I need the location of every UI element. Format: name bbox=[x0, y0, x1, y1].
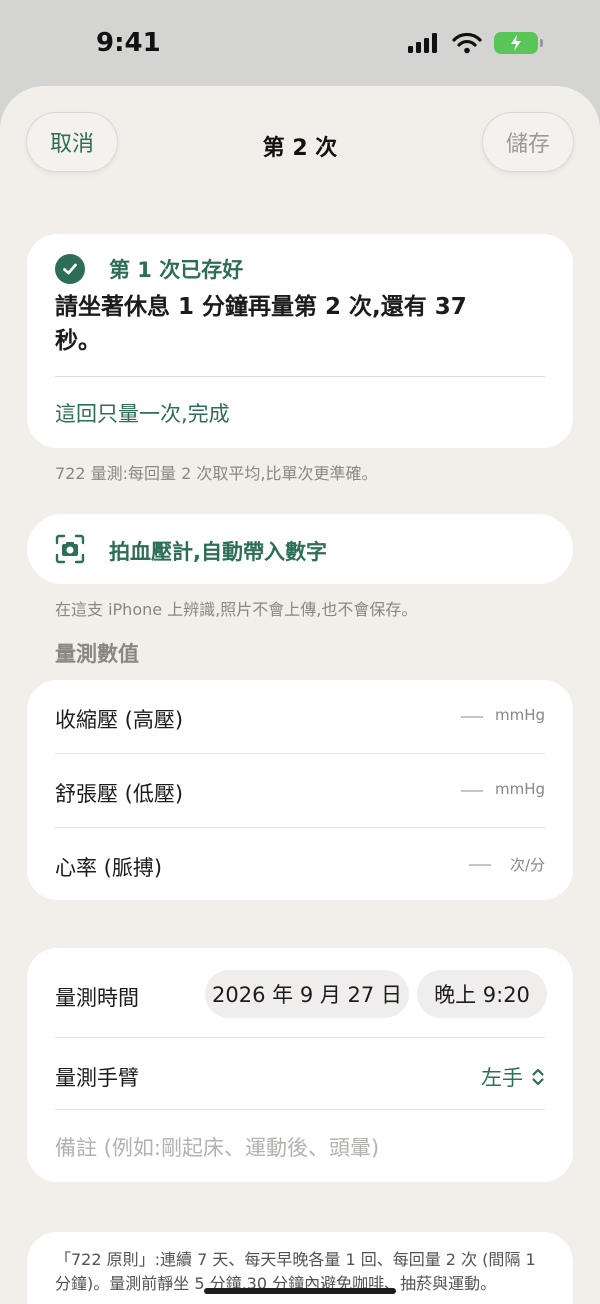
measurement-details-card: 量測時間 2026 年 9 月 27 日 晚上 9:20 量測手臂 左手 備註 … bbox=[27, 948, 573, 1182]
diastolic-unit: mmHg bbox=[494, 780, 545, 798]
chevron-up-down-icon bbox=[532, 1068, 544, 1086]
heart-rate-label: 心率 (脈搏) bbox=[55, 856, 163, 880]
measurement-sheet: 取消 第 2 次 儲存 第 1 次已存好 請坐著休息 1 分鐘再量第 2 次,還… bbox=[0, 86, 600, 1304]
arm-selector[interactable]: 左手 bbox=[481, 1062, 545, 1092]
divider bbox=[55, 1109, 545, 1110]
single-measure-finish-link[interactable]: 這回只量一次,完成 bbox=[55, 398, 230, 428]
checkmark-icon bbox=[55, 254, 85, 284]
systolic-input[interactable] bbox=[461, 716, 483, 718]
diastolic-input[interactable] bbox=[461, 790, 483, 792]
systolic-unit: mmHg bbox=[494, 706, 545, 724]
divider bbox=[55, 376, 545, 377]
divider bbox=[55, 1037, 545, 1038]
heart-rate-input[interactable] bbox=[469, 864, 491, 866]
photo-privacy-hint: 在這支 iPhone 上辨識,照片不會上傳,也不會保存。 bbox=[55, 600, 418, 619]
date-picker[interactable]: 2026 年 9 月 27 日 bbox=[205, 970, 409, 1018]
measure-arm-label: 量測手臂 bbox=[55, 1066, 139, 1090]
status-time: 9:41 bbox=[96, 28, 161, 58]
time-picker[interactable]: 晚上 9:20 bbox=[417, 970, 547, 1018]
heart-rate-row[interactable]: 心率 (脈搏) 次/分 bbox=[55, 828, 545, 901]
rest-countdown-message: 請坐著休息 1 分鐘再量第 2 次,還有 37 秒。 bbox=[55, 294, 467, 354]
values-section-heading: 量測數值 bbox=[55, 642, 139, 666]
home-indicator bbox=[204, 1288, 396, 1294]
camera-scan-icon bbox=[55, 534, 85, 564]
cellular-signal-icon bbox=[408, 33, 437, 53]
scan-monitor-label: 拍血壓計,自動帶入數字 bbox=[109, 540, 327, 564]
systolic-row[interactable]: 收縮壓 (高壓) mmHg bbox=[55, 680, 545, 753]
systolic-label: 收縮壓 (高壓) bbox=[55, 708, 184, 732]
722-hint-text: 722 量測:每回量 2 次取平均,比單次更準確。 bbox=[55, 464, 378, 483]
scan-monitor-button[interactable]: 拍血壓計,自動帶入數字 bbox=[27, 514, 573, 584]
saved-status-card: 第 1 次已存好 請坐著休息 1 分鐘再量第 2 次,還有 37 秒。 這回只量… bbox=[27, 234, 573, 448]
measure-time-label: 量測時間 bbox=[55, 986, 139, 1010]
heart-rate-unit: 次/分 bbox=[509, 856, 545, 874]
battery-charging-icon bbox=[494, 32, 543, 54]
diastolic-row[interactable]: 舒張壓 (低壓) mmHg bbox=[55, 754, 545, 827]
status-icons bbox=[408, 32, 543, 54]
measurement-values-card: 收縮壓 (高壓) mmHg 舒張壓 (低壓) mmHg 心率 (脈搏) 次/分 bbox=[27, 680, 573, 900]
saved-status-label: 第 1 次已存好 bbox=[109, 258, 244, 282]
nav-bar: 取消 第 2 次 儲存 bbox=[0, 86, 600, 206]
save-button[interactable]: 儲存 bbox=[482, 112, 574, 172]
wifi-icon bbox=[452, 32, 482, 54]
diastolic-label: 舒張壓 (低壓) bbox=[55, 782, 184, 806]
arm-value: 左手 bbox=[481, 1066, 523, 1090]
status-bar: 9:41 bbox=[0, 0, 600, 88]
note-input[interactable]: 備註 (例如:剛起床、運動後、頭暈) bbox=[55, 1132, 379, 1162]
